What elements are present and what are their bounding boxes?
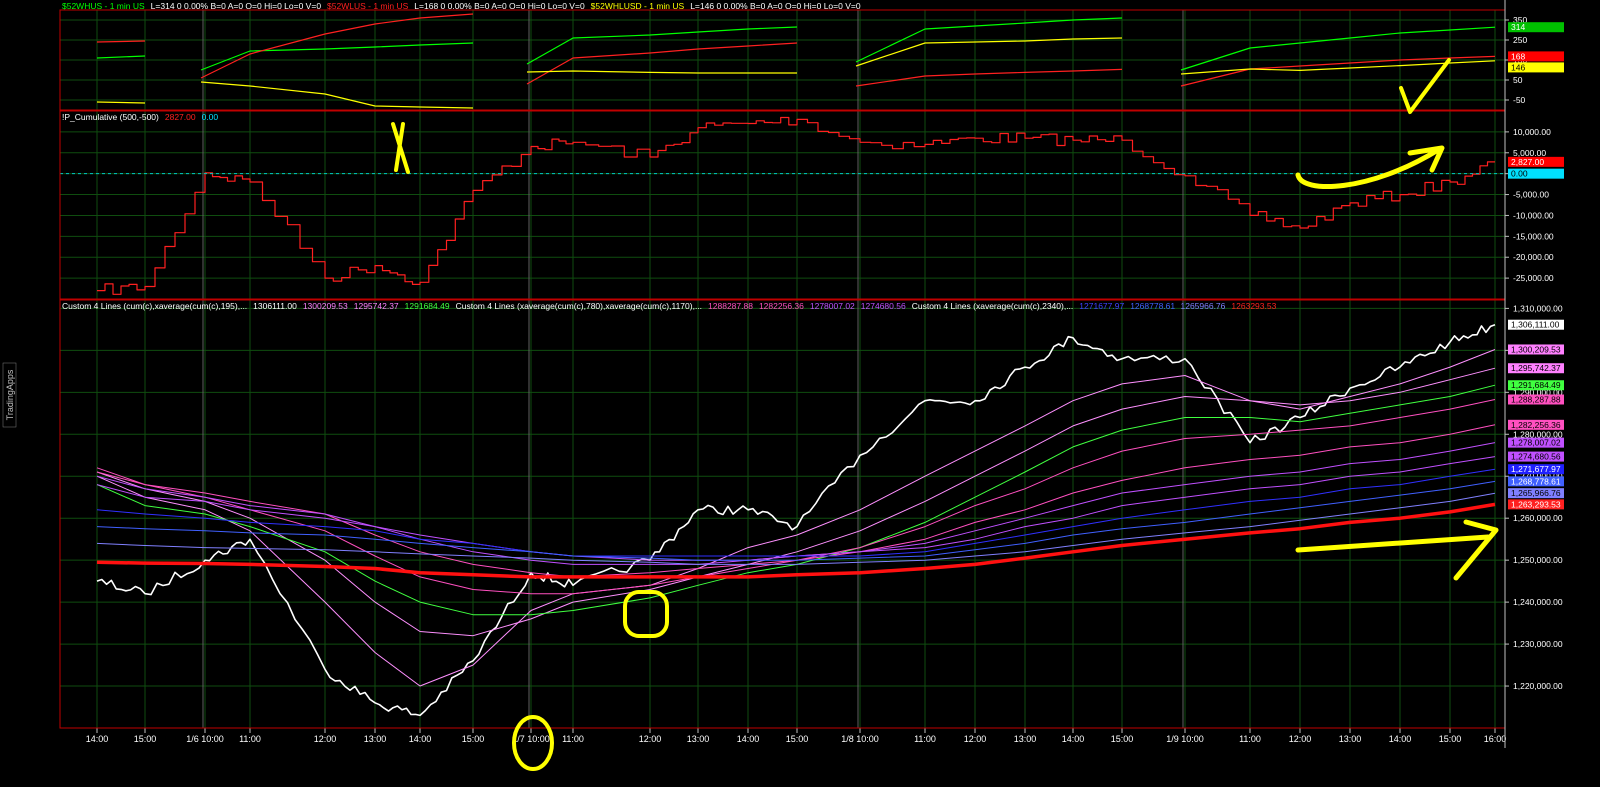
x-tick-label: 11:00 xyxy=(1239,734,1261,744)
x-tick-label: 1/9 10:00 xyxy=(1166,734,1204,744)
header-item: 1300209.53 xyxy=(303,301,348,311)
x-tick-label: 14:00 xyxy=(737,734,760,744)
x-tick-label: 12:00 xyxy=(639,734,662,744)
x-tick-label: 11:00 xyxy=(562,734,584,744)
x-tick-label: 1/6 10:00 xyxy=(186,734,224,744)
y-tick-label: 1,310,000.00 xyxy=(1513,303,1563,313)
value-badge-label: 1,271,677.97 xyxy=(1511,464,1561,474)
x-tick-label: 13:00 xyxy=(1014,734,1037,744)
y-tick-label: 1,220,000.00 xyxy=(1513,681,1563,691)
y-tick-label: 10,000.00 xyxy=(1513,127,1551,137)
header-item: 2827.00 xyxy=(165,112,196,122)
x-tick-label: 13:00 xyxy=(687,734,710,744)
value-badge-label: 1,282,256.36 xyxy=(1511,420,1561,430)
header-item: 1265966.76 xyxy=(1180,301,1225,311)
y-tick-label: -50 xyxy=(1513,95,1526,105)
header-item: 1306111.00 xyxy=(253,301,297,311)
header-item: 1288287.88 xyxy=(708,301,753,311)
value-badge-label: 1,263,293.53 xyxy=(1511,499,1561,509)
side-tab-label: TradingApps xyxy=(5,369,15,420)
x-tick-label: 12:00 xyxy=(964,734,987,744)
x-tick-label: 14:00 xyxy=(1062,734,1085,744)
value-badge-label: 314 xyxy=(1511,22,1525,32)
trading-chart: $52WHUS - 1 min US L=314 0 0.00% B=0 A=0 … xyxy=(0,0,1600,787)
x-tick-label: 14:00 xyxy=(409,734,432,744)
x-tick-label: 12:00 xyxy=(1289,734,1312,744)
x-tick-label: 13:00 xyxy=(364,734,387,744)
panel3-header: Custom 4 Lines (cum(c),xaverage(cum(c),1… xyxy=(62,301,1277,311)
side-tab[interactable]: TradingApps xyxy=(2,362,17,428)
value-badge-label: 1,306,111.00 xyxy=(1511,320,1560,330)
header-item: 1263293.53 xyxy=(1231,301,1276,311)
header-item: 1282256.36 xyxy=(759,301,804,311)
header-item: 0.00 xyxy=(202,112,219,122)
header-item: Custom 4 Lines (cum(c),xaverage(cum(c),1… xyxy=(62,301,247,311)
header-item: 1274680.56 xyxy=(861,301,906,311)
value-badge-label: 168 xyxy=(1511,51,1525,61)
panel2-header: !P_Cumulative (500,-500) 2827.00 0.00 xyxy=(62,112,218,122)
value-badge-label: 1,291,684.49 xyxy=(1511,380,1561,390)
value-badge-label: 1,278,007.02 xyxy=(1511,438,1561,448)
x-tick-label: 14:00 xyxy=(86,734,109,744)
x-tick-label: 12:00 xyxy=(314,734,337,744)
y-tick-label: -10,000.00 xyxy=(1513,210,1554,220)
y-tick-label: 1,240,000.00 xyxy=(1513,597,1563,607)
x-tick-label: 16:00 xyxy=(1484,734,1507,744)
x-tick-label: 14:00 xyxy=(1389,734,1412,744)
x-tick-label: 1/8 10:00 xyxy=(841,734,879,744)
x-tick-label: 13:00 xyxy=(1339,734,1362,744)
value-badge-label: 2,827.00 xyxy=(1511,157,1544,167)
x-tick-label: 15:00 xyxy=(462,734,485,744)
header-item: Custom 4 Lines (xaverage(cum(c),2340),..… xyxy=(912,301,1074,311)
y-tick-label: 50 xyxy=(1513,75,1523,85)
x-tick-label: 1/7 10:00 xyxy=(512,734,550,744)
x-tick-label: 11:00 xyxy=(239,734,261,744)
value-badge-label: 1,268,778.61 xyxy=(1511,476,1561,486)
value-badge-label: 0.00 xyxy=(1511,169,1528,179)
x-tick-label: 15:00 xyxy=(1439,734,1462,744)
value-badge-label: 1,288,287.88 xyxy=(1511,394,1561,404)
header-item: 1271677.97 xyxy=(1079,301,1124,311)
y-tick-label: -25,000.00 xyxy=(1513,273,1554,283)
value-badge-label: 1,300,209.53 xyxy=(1511,344,1561,354)
value-badge-label: 1,265,966.76 xyxy=(1511,488,1561,498)
header-item: 1278007.02 xyxy=(810,301,855,311)
x-tick-label: 15:00 xyxy=(134,734,157,744)
header-item: Custom 4 Lines (xaverage(cum(c),780),xav… xyxy=(456,301,702,311)
header-item: 1291684.49 xyxy=(405,301,450,311)
x-tick-label: 15:00 xyxy=(1111,734,1134,744)
x-tick-label: 11:00 xyxy=(914,734,936,744)
y-tick-label: 1,230,000.00 xyxy=(1513,639,1563,649)
header-item: 1295742.37 xyxy=(354,301,399,311)
y-tick-label: -5,000.00 xyxy=(1513,190,1549,200)
value-badge-label: 1,274,680.56 xyxy=(1511,452,1561,462)
x-tick-label: 15:00 xyxy=(786,734,809,744)
y-tick-label: 250 xyxy=(1513,35,1527,45)
header-item: !P_Cumulative (500,-500) xyxy=(62,112,159,122)
y-tick-label: -20,000.00 xyxy=(1513,252,1554,262)
y-tick-label: 1,260,000.00 xyxy=(1513,513,1563,523)
value-badge-label: 146 xyxy=(1511,62,1525,72)
y-tick-label: -15,000.00 xyxy=(1513,231,1554,241)
y-tick-label: 1,250,000.00 xyxy=(1513,555,1563,565)
value-badge-label: 1,295,742.37 xyxy=(1511,363,1561,373)
header-item: 1268778.61 xyxy=(1130,301,1175,311)
